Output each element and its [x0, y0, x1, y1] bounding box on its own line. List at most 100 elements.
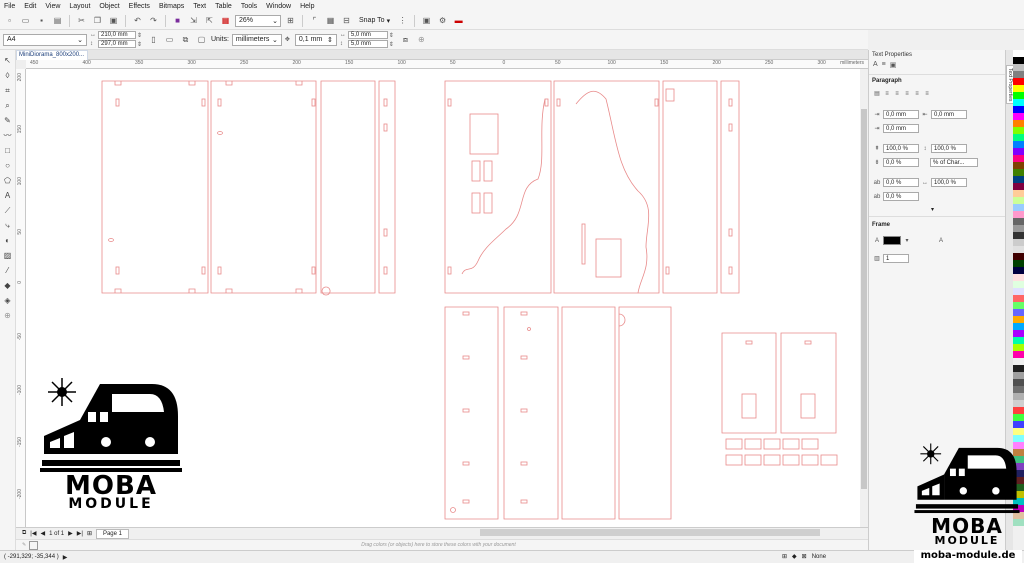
- spinner-icon[interactable]: ⇕: [137, 32, 144, 39]
- scrollbar-thumb[interactable]: [861, 109, 867, 489]
- align-left-icon[interactable]: ≡: [883, 91, 891, 97]
- palette-swatch[interactable]: [1013, 281, 1024, 288]
- menu-item-window[interactable]: Window: [266, 3, 291, 10]
- menu-item-effects[interactable]: Effects: [129, 3, 150, 10]
- palette-swatch[interactable]: [1013, 323, 1024, 330]
- palette-swatch[interactable]: [1013, 141, 1024, 148]
- palette-swatch[interactable]: [1013, 232, 1024, 239]
- palette-swatch[interactable]: [1013, 351, 1024, 358]
- add-page-icon[interactable]: ⊞: [87, 530, 92, 537]
- palette-swatch[interactable]: [1013, 120, 1024, 127]
- nudge-distance-input[interactable]: 0,1 mm ⇕: [294, 33, 337, 46]
- paragraph-section-title[interactable]: Paragraph: [872, 78, 902, 84]
- menu-item-file[interactable]: File: [4, 3, 15, 10]
- palette-swatch[interactable]: [1013, 64, 1024, 71]
- chevron-down-icon[interactable]: ▾: [903, 237, 911, 244]
- frame-tab-icon[interactable]: ▣: [890, 61, 897, 69]
- palette-swatch[interactable]: [1013, 99, 1024, 106]
- palette-swatch[interactable]: [1013, 169, 1024, 176]
- drop-shadow-icon[interactable]: ◐: [2, 234, 14, 247]
- spinner-icon[interactable]: ⇕: [389, 41, 396, 48]
- menu-item-bitmaps[interactable]: Bitmaps: [159, 3, 184, 10]
- palette-swatch[interactable]: [1013, 78, 1024, 85]
- palette-swatch[interactable]: [1013, 225, 1024, 232]
- palette-swatch[interactable]: [1013, 414, 1024, 421]
- palette-swatch[interactable]: [1013, 428, 1024, 435]
- show-rulers-icon[interactable]: ⌜: [308, 14, 321, 27]
- lang-spacing-input[interactable]: 0,0 %: [883, 192, 919, 201]
- menu-item-edit[interactable]: Edit: [24, 3, 36, 10]
- full-screen-icon[interactable]: ⊞: [284, 14, 297, 27]
- palette-swatch[interactable]: [1013, 260, 1024, 267]
- palette-swatch[interactable]: [1013, 57, 1024, 64]
- publish-pdf-icon[interactable]: ▦: [219, 14, 232, 27]
- menu-item-help[interactable]: Help: [300, 3, 314, 10]
- vertical-scrollbar[interactable]: [860, 69, 868, 527]
- force-justify-icon[interactable]: ≡: [923, 91, 931, 97]
- show-guidelines-icon[interactable]: ⊟: [340, 14, 353, 27]
- prev-page-icon[interactable]: ◀: [40, 530, 45, 537]
- spinner-icon[interactable]: ⇕: [137, 41, 144, 48]
- palette-swatch[interactable]: [1013, 309, 1024, 316]
- parallel-dimension-icon[interactable]: ⟋: [2, 204, 14, 217]
- palette-swatch[interactable]: [1013, 372, 1024, 379]
- save-icon[interactable]: ▪: [35, 14, 48, 27]
- palette-swatch[interactable]: [1013, 155, 1024, 162]
- palette-swatch[interactable]: [1013, 386, 1024, 393]
- palette-swatch[interactable]: [1013, 134, 1024, 141]
- palette-swatch[interactable]: [1013, 421, 1024, 428]
- all-pages-icon[interactable]: ⧉: [179, 33, 192, 46]
- palette-swatch[interactable]: [1013, 183, 1024, 190]
- horizontal-scrollbar[interactable]: [480, 529, 820, 536]
- page-width-input[interactable]: 210,0 mm: [98, 31, 136, 39]
- frame-section-title[interactable]: Frame: [872, 222, 890, 228]
- line-spacing-input[interactable]: 100,0 %: [931, 144, 967, 153]
- zoom-level-select[interactable]: 26% ⌄: [235, 14, 281, 27]
- palette-swatch[interactable]: [1013, 85, 1024, 92]
- cut-icon[interactable]: ✂: [75, 14, 88, 27]
- undo-icon[interactable]: ↶: [131, 14, 144, 27]
- current-page-icon[interactable]: ▢: [195, 33, 208, 46]
- palette-swatch[interactable]: [1013, 246, 1024, 253]
- portrait-icon[interactable]: ▯: [147, 33, 160, 46]
- copy-icon[interactable]: ❐: [91, 14, 104, 27]
- char-spacing-input[interactable]: 0,0 %: [883, 178, 919, 187]
- palette-swatch[interactable]: [1013, 337, 1024, 344]
- document-tab[interactable]: MiniDiorama_800x200...: [16, 50, 88, 60]
- palette-swatch[interactable]: [1013, 162, 1024, 169]
- color-profile-icon[interactable]: ⊞: [782, 553, 787, 560]
- shape-tool-icon[interactable]: ◊: [2, 69, 14, 82]
- open-icon[interactable]: ▭: [19, 14, 32, 27]
- palette-swatch[interactable]: [1013, 71, 1024, 78]
- print-icon[interactable]: ▤: [51, 14, 64, 27]
- palette-swatch[interactable]: [1013, 190, 1024, 197]
- pick-tool-icon[interactable]: ↖: [2, 54, 14, 67]
- spacing-unit-select[interactable]: % of Char...: [930, 158, 978, 167]
- justify-icon[interactable]: ≡: [913, 91, 921, 97]
- last-page-icon[interactable]: ▶|: [77, 530, 83, 537]
- ellipse-tool-icon[interactable]: ○: [2, 159, 14, 172]
- crop-tool-icon[interactable]: ⌗: [2, 84, 14, 97]
- play-icon[interactable]: ▶: [63, 554, 68, 561]
- palette-swatch[interactable]: [1013, 211, 1024, 218]
- palette-swatch[interactable]: [1013, 92, 1024, 99]
- palette-swatch[interactable]: [1013, 400, 1024, 407]
- menu-item-table[interactable]: Table: [215, 3, 232, 10]
- vertical-ruler[interactable]: 200 150 100 50 0 -50 -100 -150 -200: [16, 69, 26, 527]
- space-before-input[interactable]: 100,0 %: [883, 144, 919, 153]
- columns-input[interactable]: 1: [883, 254, 909, 263]
- palette-swatch[interactable]: [1013, 239, 1024, 246]
- text-tool-icon[interactable]: A: [2, 189, 14, 202]
- redo-icon[interactable]: ↷: [147, 14, 160, 27]
- pen-icon[interactable]: ✎: [22, 542, 26, 548]
- freehand-tool-icon[interactable]: ✎: [2, 114, 14, 127]
- palette-swatch[interactable]: [1013, 358, 1024, 365]
- import-icon[interactable]: ⇲: [187, 14, 200, 27]
- welcome-screen-icon[interactable]: ▣: [420, 14, 433, 27]
- page-height-input[interactable]: 297,0 mm: [98, 40, 136, 48]
- page-tab[interactable]: Page 1: [95, 528, 129, 539]
- expand-chevron-icon[interactable]: ▾: [931, 206, 934, 213]
- palette-swatch[interactable]: [1013, 274, 1024, 281]
- no-align-icon[interactable]: ▤: [873, 90, 881, 97]
- first-page-icon[interactable]: |◀: [30, 530, 36, 537]
